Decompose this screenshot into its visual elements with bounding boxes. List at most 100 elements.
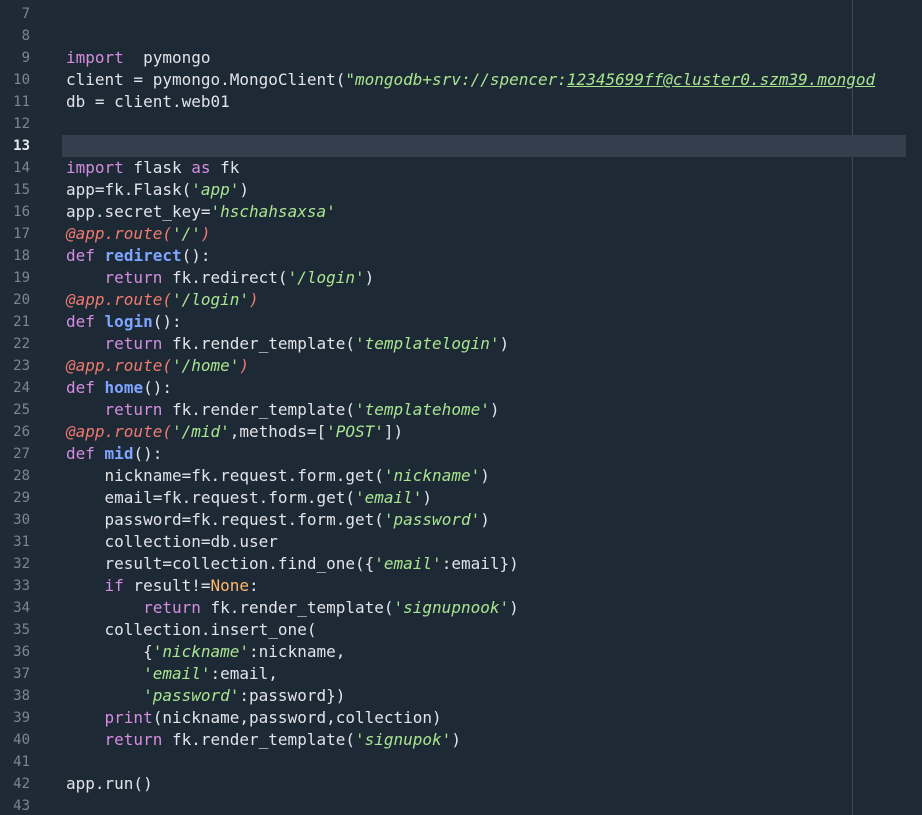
- code-line[interactable]: 21 def login():: [0, 311, 922, 333]
- code-token: 'email': [354, 488, 423, 507]
- code-text[interactable]: return fk.render_template('signupnook'): [66, 597, 519, 619]
- code-line[interactable]: 19 return fk.redirect('/login'): [0, 267, 922, 289]
- code-text[interactable]: collection.insert_one(: [66, 619, 317, 641]
- code-line[interactable]: 7: [0, 3, 922, 25]
- code-text[interactable]: app.run(): [66, 773, 153, 795]
- code-text[interactable]: app=fk.Flask('app'): [66, 179, 249, 201]
- code-line[interactable]: 40 return fk.render_template('signupok'): [0, 729, 922, 751]
- code-token: 'hschahsaxsa': [210, 202, 336, 221]
- code-text[interactable]: if result!=None:: [66, 575, 259, 597]
- code-text[interactable]: def home():: [66, 377, 172, 399]
- code-line[interactable]: 28 nickname=fk.request.form.get('nicknam…: [0, 465, 922, 487]
- code-line[interactable]: 37 'email':email,: [0, 663, 922, 685]
- code-line[interactable]: 29 email=fk.request.form.get('email'): [0, 487, 922, 509]
- code-text[interactable]: def login():: [66, 311, 182, 333]
- code-line[interactable]: 34 return fk.render_template('signupnook…: [0, 597, 922, 619]
- code-line[interactable]: 11 db = client.web01: [0, 91, 922, 113]
- code-text[interactable]: email=fk.request.form.get('email'): [66, 487, 433, 509]
- code-token: ): [239, 356, 250, 375]
- line-number: 27: [13, 446, 30, 462]
- line-number: 40: [13, 732, 30, 748]
- code-line[interactable]: 18 def redirect():: [0, 245, 922, 267]
- code-line[interactable]: 12: [0, 113, 922, 135]
- code-text[interactable]: def mid():: [66, 443, 162, 465]
- code-line[interactable]: 17 @app.route('/'): [0, 223, 922, 245]
- code-text[interactable]: db = client.web01: [66, 91, 230, 113]
- code-line[interactable]: 15 app=fk.Flask('app'): [0, 179, 922, 201]
- code-token: home: [104, 378, 144, 397]
- code-text[interactable]: client = pymongo.MongoClient("mongodb+sr…: [66, 69, 875, 91]
- code-text[interactable]: import pymongo: [66, 47, 211, 69]
- code-line[interactable]: 25 return fk.render_template('templateho…: [0, 399, 922, 421]
- code-token: app.secret_key=: [66, 202, 211, 221]
- code-text[interactable]: return fk.render_template('templatehome'…: [66, 399, 500, 421]
- code-line[interactable]: 16 app.secret_key='hschahsaxsa': [0, 201, 922, 223]
- code-token: ): [480, 466, 490, 485]
- code-text[interactable]: @app.route('/home'): [66, 355, 249, 377]
- code-token: ():: [133, 444, 163, 463]
- code-line[interactable]: 10 client = pymongo.MongoClient("mongodb+…: [0, 69, 922, 91]
- code-line[interactable]: 32 result=collection.find_one({'email':e…: [0, 553, 922, 575]
- code-token: "mongodb+srv://spencer:: [345, 70, 567, 89]
- code-line[interactable]: 20 @app.route('/login'): [0, 289, 922, 311]
- code-text[interactable]: @app.route('/login'): [66, 289, 259, 311]
- code-line[interactable]: 13: [0, 135, 922, 157]
- code-line[interactable]: 31 collection=db.user: [0, 531, 922, 553]
- code-token: ): [489, 400, 500, 419]
- code-text[interactable]: print(nickname,password,collection): [66, 707, 442, 729]
- code-line[interactable]: 36 {'nickname':nickname,: [0, 641, 922, 663]
- code-text[interactable]: return fk.redirect('/login'): [66, 267, 375, 289]
- code-line[interactable]: 43: [0, 795, 922, 815]
- code-line[interactable]: 41: [0, 751, 922, 773]
- code-line[interactable]: 42 app.run(): [0, 773, 922, 795]
- code-line[interactable]: 22 return fk.render_template('templatelo…: [0, 333, 922, 355]
- code-text[interactable]: 'password':password}): [66, 685, 345, 707]
- code-text[interactable]: import flask as fk: [66, 157, 239, 179]
- code-token: :email,: [210, 664, 278, 683]
- code-line[interactable]: 38 'password':password}): [0, 685, 922, 707]
- code-token: fk: [210, 158, 240, 177]
- code-text[interactable]: result=collection.find_one({'email':emai…: [66, 553, 519, 575]
- code-line[interactable]: 8: [0, 25, 922, 47]
- code-text[interactable]: def redirect():: [66, 245, 211, 267]
- code-line[interactable]: 33 if result!=None:: [0, 575, 922, 597]
- code-text[interactable]: password=fk.request.form.get('password'): [66, 509, 490, 531]
- code-token: 'signupnook': [393, 598, 510, 617]
- code-text[interactable]: return fk.render_template('signupok'): [66, 729, 461, 751]
- code-text[interactable]: return fk.render_template('templatelogin…: [66, 333, 510, 355]
- code-token: return: [104, 730, 163, 749]
- code-text[interactable]: @app.route('/mid',methods=['POST']): [66, 421, 403, 443]
- code-line[interactable]: 27 def mid():: [0, 443, 922, 465]
- code-text[interactable]: {'nickname':nickname,: [66, 641, 345, 663]
- code-token: ]): [383, 422, 404, 441]
- code-token: '/mid': [171, 422, 230, 441]
- code-text[interactable]: nickname=fk.request.form.get('nickname'): [66, 465, 490, 487]
- line-number: 34: [13, 600, 30, 616]
- code-line[interactable]: 23 @app.route('/home'): [0, 355, 922, 377]
- code-line[interactable]: 26 @app.route('/mid',methods=['POST']): [0, 421, 922, 443]
- code-text[interactable]: collection=db.user: [66, 531, 278, 553]
- code-line[interactable]: 30 password=fk.request.form.get('passwor…: [0, 509, 922, 531]
- code-token: ():: [152, 312, 182, 331]
- code-line[interactable]: 24 def home():: [0, 377, 922, 399]
- code-text[interactable]: @app.route('/'): [66, 223, 211, 245]
- code-token: ():: [181, 246, 211, 265]
- code-line[interactable]: 9 import pymongo: [0, 47, 922, 69]
- code-line[interactable]: 14 import flask as fk: [0, 157, 922, 179]
- code-line[interactable]: 39 print(nickname,password,collection): [0, 707, 922, 729]
- code-line[interactable]: 35 collection.insert_one(: [0, 619, 922, 641]
- code-token: ): [200, 224, 211, 243]
- line-number: 24: [13, 380, 30, 396]
- code-text[interactable]: 'email':email,: [66, 663, 278, 685]
- code-token: import: [66, 48, 124, 67]
- line-number: 33: [13, 578, 30, 594]
- code-text[interactable]: app.secret_key='hschahsaxsa': [66, 201, 336, 223]
- code-editor[interactable]: 7 8 9 import pymongo 10 client = pymongo.Mong…: [0, 0, 922, 815]
- line-number: 8: [21, 28, 30, 44]
- code-token: flask: [123, 158, 192, 177]
- code-token: 'templatehome': [354, 400, 490, 419]
